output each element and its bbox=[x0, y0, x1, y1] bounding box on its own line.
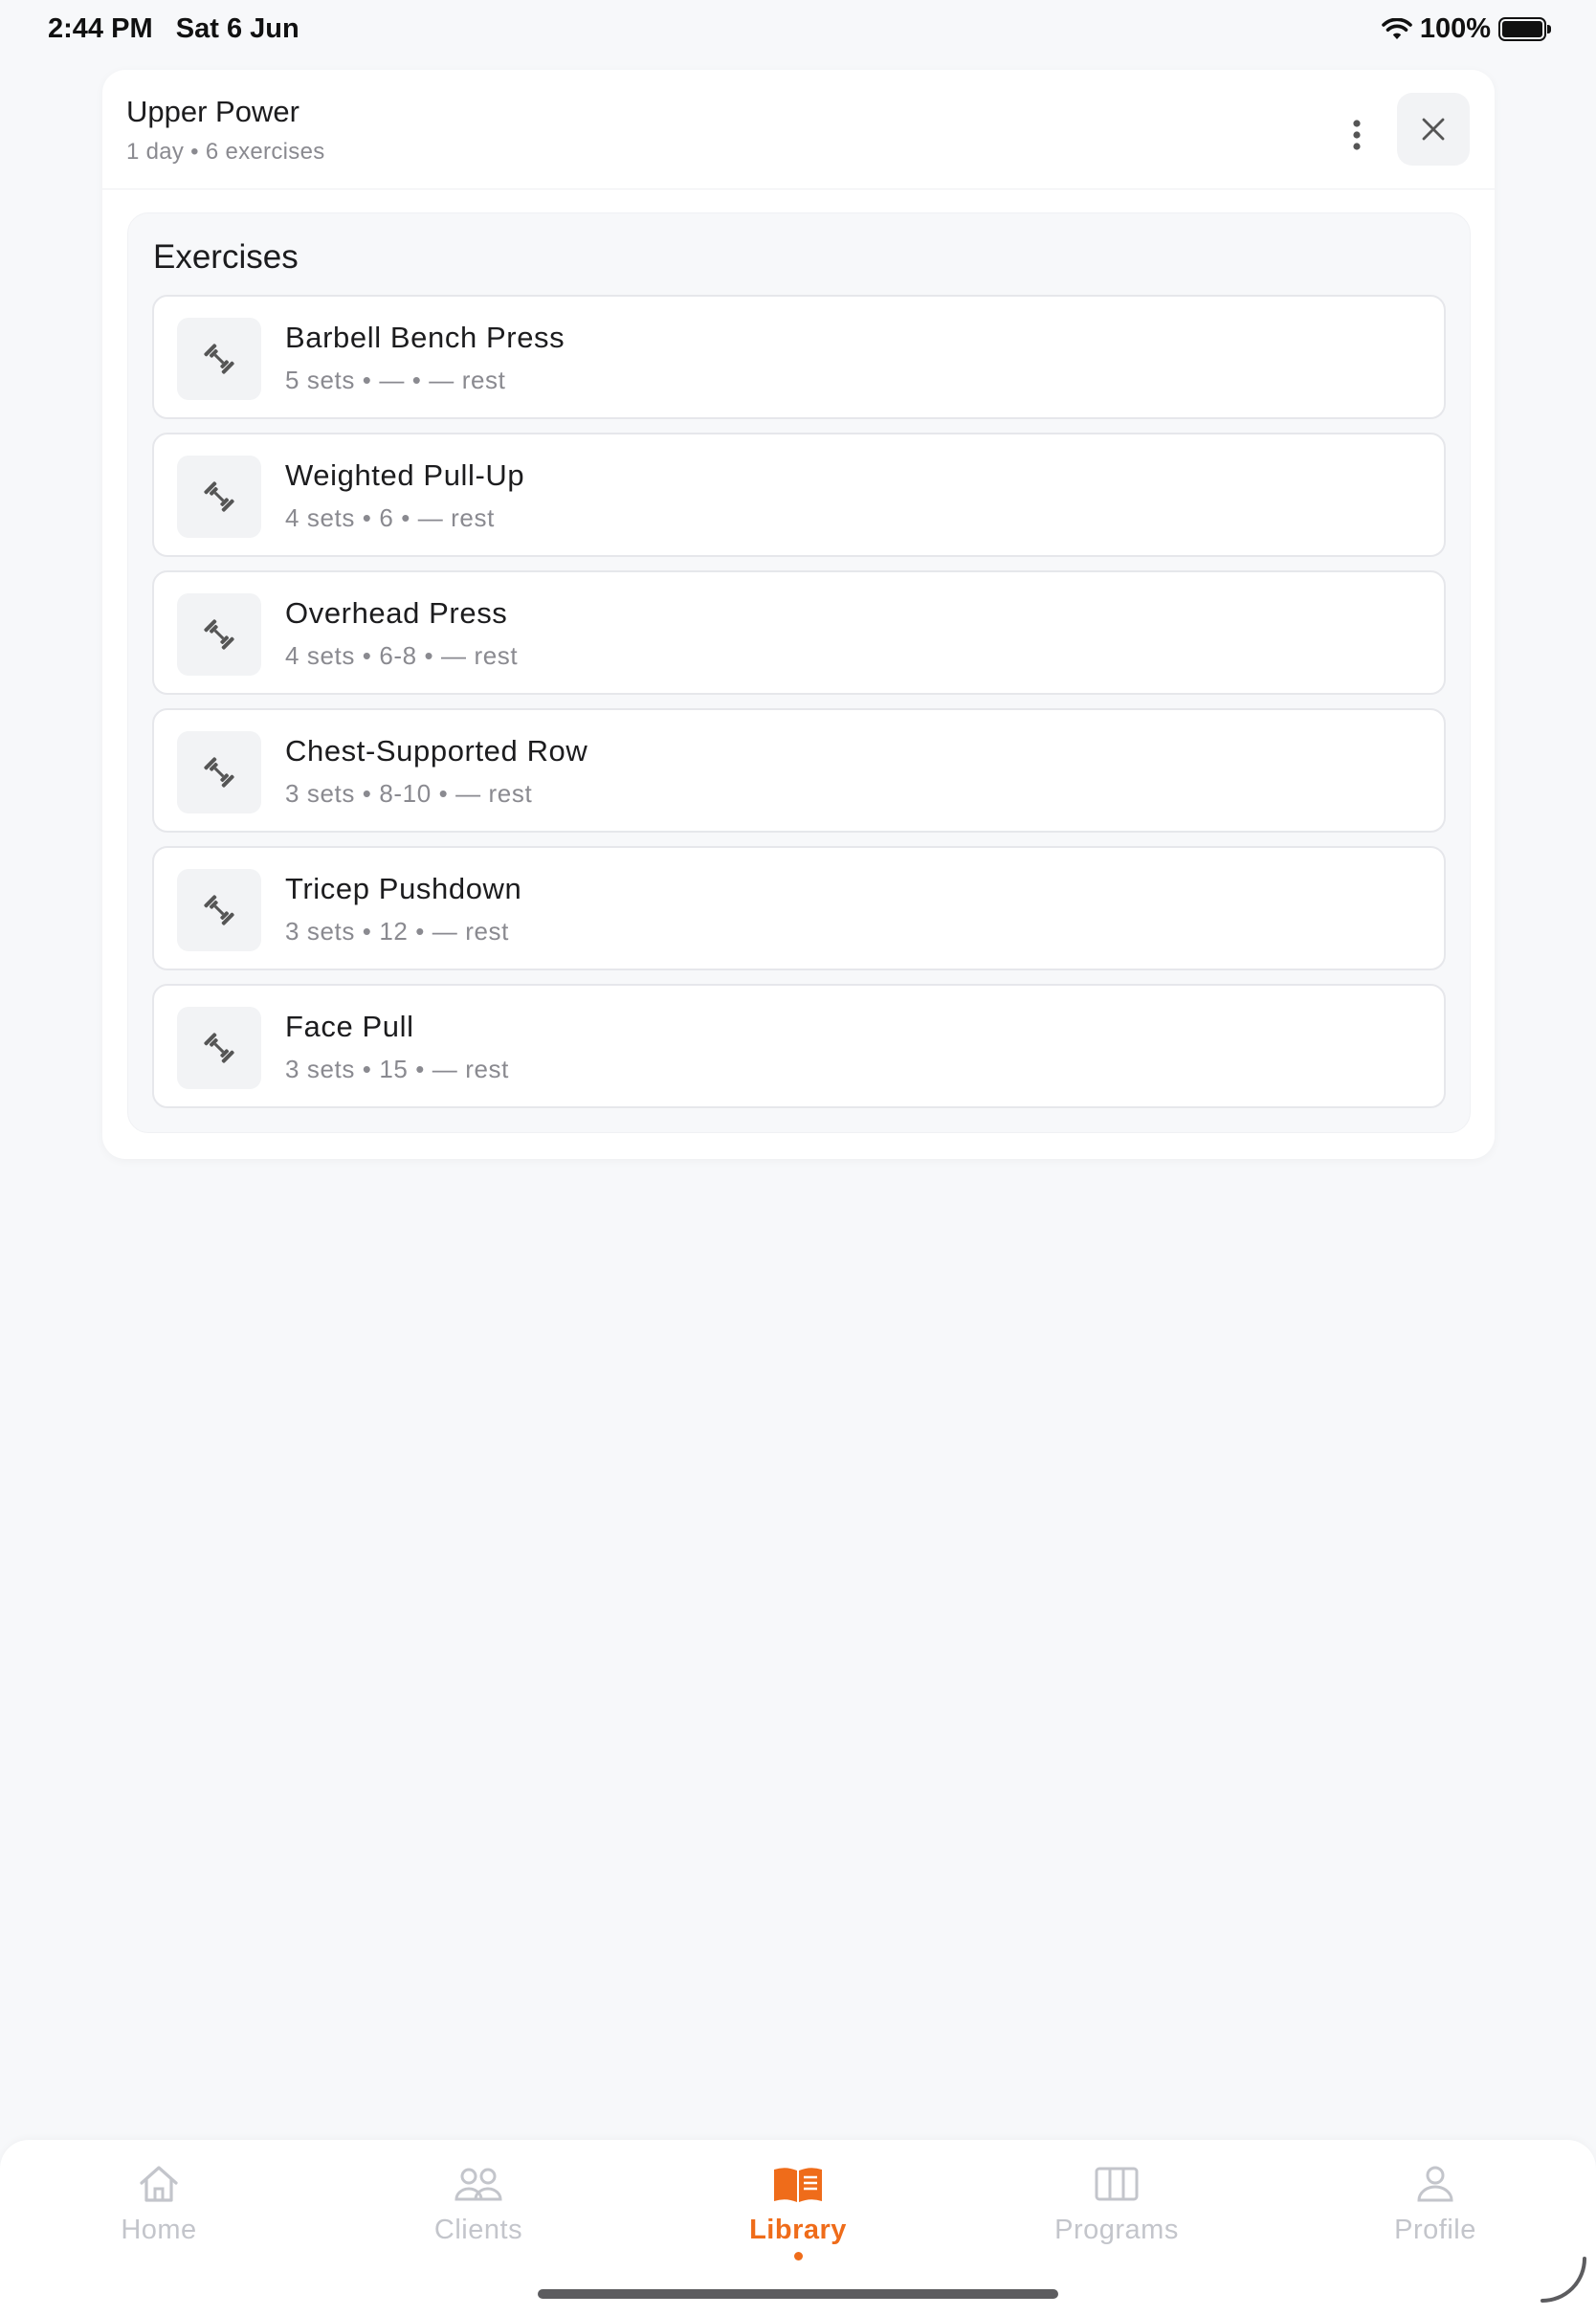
exercise-name: Chest-Supported Row bbox=[285, 734, 588, 768]
exercise-thumbnail bbox=[177, 731, 261, 813]
wifi-icon bbox=[1382, 17, 1412, 39]
user-icon bbox=[1414, 2161, 1456, 2207]
tab-label: Clients bbox=[433, 2215, 523, 2245]
status-time: 2:44 PM Sat 6 Jun bbox=[48, 13, 299, 45]
exercise-name: Face Pull bbox=[285, 1010, 414, 1043]
battery-percent: 100% bbox=[1419, 13, 1491, 44]
exercise-thumbnail bbox=[177, 456, 261, 538]
exercises-panel: Exercises Barbell Bench Press 5 sets • — … bbox=[127, 212, 1471, 1133]
dumbbell-icon bbox=[200, 615, 238, 654]
status-time-text: 2:44 PM bbox=[48, 13, 153, 44]
close-button[interactable] bbox=[1397, 93, 1470, 166]
columns-icon bbox=[1094, 2161, 1140, 2207]
home-icon bbox=[138, 2161, 180, 2207]
dumbbell-icon bbox=[200, 753, 238, 791]
status-right: 100% bbox=[1382, 13, 1551, 45]
program-card: Upper Power 1 day • 6 exercises Exercise… bbox=[102, 70, 1495, 1159]
more-vertical-icon bbox=[1353, 120, 1361, 150]
tab-library[interactable]: Library bbox=[702, 2161, 894, 2276]
book-icon bbox=[772, 2161, 824, 2207]
exercise-item[interactable]: Face Pull 3 sets • 15 • — rest bbox=[152, 984, 1446, 1108]
exercise-meta: 4 sets • 6-8 • — rest bbox=[285, 641, 519, 670]
exercise-name: Overhead Press bbox=[285, 596, 508, 630]
corner-indicator bbox=[1541, 2257, 1586, 2303]
status-date-text: Sat 6 Jun bbox=[175, 13, 299, 44]
program-header: Upper Power 1 day • 6 exercises bbox=[102, 70, 1495, 189]
dumbbell-icon bbox=[200, 340, 238, 378]
exercises-heading: Exercises bbox=[153, 238, 299, 276]
exercise-thumbnail bbox=[177, 869, 261, 951]
exercise-name: Weighted Pull-Up bbox=[285, 458, 525, 492]
more-options-button[interactable] bbox=[1337, 108, 1377, 162]
dumbbell-icon bbox=[200, 478, 238, 516]
status-bar: 2:44 PM Sat 6 Jun 100% bbox=[0, 0, 1596, 61]
exercise-meta: 3 sets • 8-10 • — rest bbox=[285, 779, 533, 808]
exercise-item[interactable]: Chest-Supported Row 3 sets • 8-10 • — res… bbox=[152, 708, 1446, 833]
exercise-meta: 3 sets • 12 • — rest bbox=[285, 917, 509, 946]
exercise-name: Barbell Bench Press bbox=[285, 321, 565, 354]
exercise-meta: 5 sets • — • — rest bbox=[285, 366, 506, 394]
exercise-item[interactable]: Barbell Bench Press 5 sets • — • — rest bbox=[152, 295, 1446, 419]
users-icon bbox=[454, 2161, 503, 2207]
exercise-list: Barbell Bench Press 5 sets • — • — rest We… bbox=[152, 295, 1446, 1122]
exercise-item[interactable]: Weighted Pull-Up 4 sets • 6 • — rest bbox=[152, 433, 1446, 557]
tab-profile[interactable]: Profile bbox=[1340, 2161, 1531, 2276]
exercise-name: Tricep Pushdown bbox=[285, 872, 522, 905]
dumbbell-icon bbox=[200, 891, 238, 929]
battery-fill bbox=[1502, 21, 1542, 37]
tab-label: Programs bbox=[1054, 2215, 1179, 2245]
tab-label: Library bbox=[749, 2215, 847, 2245]
exercise-item[interactable]: Overhead Press 4 sets • 6-8 • — rest bbox=[152, 570, 1446, 695]
exercise-thumbnail bbox=[177, 1007, 261, 1089]
exercise-meta: 4 sets • 6 • — rest bbox=[285, 503, 495, 532]
exercise-thumbnail bbox=[177, 593, 261, 676]
program-title: Upper Power bbox=[126, 95, 299, 128]
tab-label: Home bbox=[121, 2215, 197, 2245]
battery-icon bbox=[1498, 17, 1551, 41]
exercise-meta: 3 sets • 15 • — rest bbox=[285, 1055, 509, 1083]
exercise-item[interactable]: Tricep Pushdown 3 sets • 12 • — rest bbox=[152, 846, 1446, 970]
close-icon bbox=[1422, 118, 1445, 141]
tab-label: Profile bbox=[1394, 2215, 1476, 2245]
dumbbell-icon bbox=[200, 1029, 238, 1067]
exercise-thumbnail bbox=[177, 318, 261, 400]
home-indicator bbox=[538, 2289, 1058, 2299]
tab-home[interactable]: Home bbox=[63, 2161, 255, 2276]
tab-clients[interactable]: Clients bbox=[383, 2161, 574, 2276]
active-tab-indicator bbox=[793, 2252, 803, 2260]
program-subtitle: 1 day • 6 exercises bbox=[126, 139, 325, 165]
tab-programs[interactable]: Programs bbox=[1021, 2161, 1212, 2276]
